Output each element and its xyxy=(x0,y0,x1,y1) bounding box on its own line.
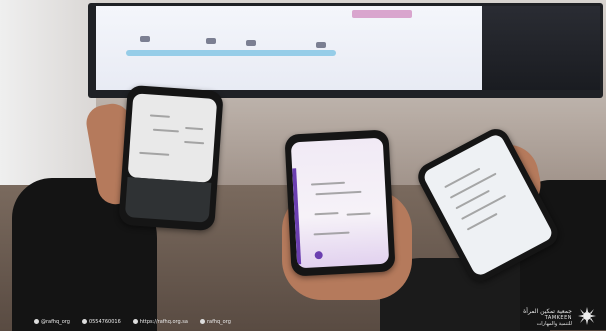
monitor-screen xyxy=(96,6,482,90)
tamkeen-logo-icon xyxy=(578,307,596,325)
social-media-icon xyxy=(34,319,39,324)
phone-middle xyxy=(284,129,396,277)
globe-icon xyxy=(132,319,138,324)
brand-text: جمعية تمكين المرأة TAMKEEN للتنمية والمه… xyxy=(523,308,572,328)
location-icon xyxy=(199,319,205,324)
brand-logo: جمعية تمكين المرأة TAMKEEN للتنمية والمه… xyxy=(523,305,598,327)
fab-dot xyxy=(314,250,323,260)
phone-left xyxy=(118,84,224,232)
social-footer: @rafhq_org 0554760016 https://rafhq.org.… xyxy=(34,319,231,325)
photo-scene xyxy=(0,0,606,331)
footer-social: rafhq_org xyxy=(199,319,231,325)
footer-handle: @rafhq_org xyxy=(34,319,70,325)
phone-icon xyxy=(81,319,87,324)
phone-middle-screen xyxy=(290,137,390,269)
footer-phone: 0554760016 xyxy=(81,319,121,325)
wall xyxy=(0,0,96,190)
footer-website: https://rafhq.org.sa xyxy=(132,319,188,325)
phone-left-screen xyxy=(127,93,218,183)
monitor-dark-panel xyxy=(482,6,600,90)
